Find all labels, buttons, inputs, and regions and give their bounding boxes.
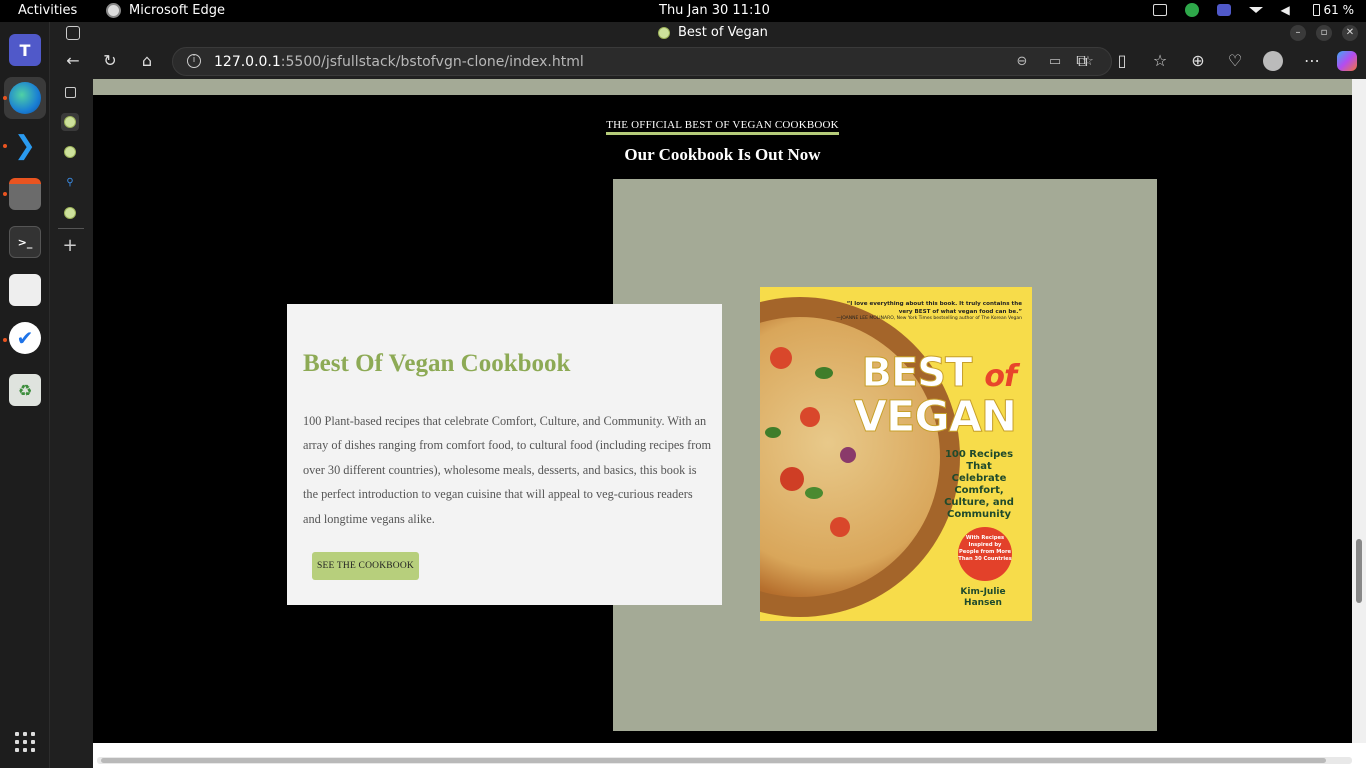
new-tab-icon[interactable]: + xyxy=(61,235,79,256)
teams-icon[interactable]: T xyxy=(9,34,41,66)
running-indicator xyxy=(3,96,7,100)
clock[interactable]: Thu Jan 30 11:10 xyxy=(659,3,770,18)
refresh-icon[interactable]: ↻ xyxy=(99,50,121,72)
show-apps-icon[interactable] xyxy=(15,732,35,752)
volume-icon[interactable]: ◀ xyxy=(1281,4,1295,16)
cover-title-vegan: VEGAN xyxy=(853,392,1017,442)
browser-essentials-icon[interactable]: ♡ xyxy=(1224,50,1246,72)
vertical-scrollbar-thumb[interactable] xyxy=(1356,539,1362,603)
trash-icon[interactable]: ♻ xyxy=(9,374,41,406)
book-cover-image: “I love everything about this book. It t… xyxy=(760,287,1032,621)
url-host: 127.0.0.1 xyxy=(214,54,281,70)
todo-check-icon[interactable]: ✔ xyxy=(9,322,41,354)
section-headline: Our Cookbook Is Out Now xyxy=(624,145,821,164)
vpn-shield-icon[interactable] xyxy=(1184,3,1199,17)
cover-title-best-text: BEST xyxy=(861,350,973,396)
cover-title-best: BEST of xyxy=(861,350,1017,397)
tab-favicon-1[interactable] xyxy=(61,113,79,131)
profile-icon[interactable] xyxy=(1262,50,1284,72)
edge-browser-icon[interactable] xyxy=(9,82,41,114)
card-title: Best Of Vegan Cookbook xyxy=(303,350,571,377)
cover-title-of: of xyxy=(984,359,1017,394)
search-icon[interactable]: ⚲ xyxy=(61,173,79,191)
tab-favicon-2[interactable] xyxy=(61,143,79,161)
tab-actions-icon[interactable] xyxy=(61,83,79,101)
edge-app-icon xyxy=(106,3,121,18)
zoom-out-icon[interactable]: ⊖ xyxy=(1013,53,1031,71)
tab-separator xyxy=(58,228,84,229)
favorites-icon[interactable]: ☆ xyxy=(1149,50,1171,72)
onion-topping xyxy=(840,447,856,463)
system-top-bar: Activities Microsoft Edge Thu Jan 30 11:… xyxy=(0,0,1366,22)
horizontal-scrollbar-thumb[interactable] xyxy=(101,758,1326,763)
split-screen-icon[interactable]: ▯ xyxy=(1111,50,1133,72)
back-icon[interactable]: ← xyxy=(62,50,84,72)
tomato-topping xyxy=(830,517,850,537)
immersive-reader-icon[interactable]: ▭ xyxy=(1046,53,1064,71)
terminal-icon[interactable]: >_ xyxy=(9,226,41,258)
vscode-icon[interactable]: ❯ xyxy=(9,130,41,162)
cover-author: Kim-Julie Hansen xyxy=(960,587,1006,608)
section-top-strip xyxy=(93,79,1352,95)
window-titlebar[interactable]: Best of Vegan – ▫ ✕ xyxy=(50,22,1366,44)
site-info-icon[interactable]: i xyxy=(187,54,201,68)
tomato-topping xyxy=(770,347,792,369)
window-controls: – ▫ ✕ xyxy=(1290,25,1358,41)
running-indicator xyxy=(3,192,7,196)
window-title: Best of Vegan xyxy=(658,25,768,40)
section-eyebrow: THE OFFICIAL BEST OF VEGAN COOKBOOK xyxy=(93,119,1352,135)
extensions-icon[interactable]: ⧉ xyxy=(1071,50,1093,72)
cover-quote: “I love everything about this book. It t… xyxy=(832,300,1022,322)
tomato-topping xyxy=(800,407,820,427)
see-cookbook-button[interactable]: SEE THE COOKBOOK xyxy=(312,552,419,580)
focused-app-name: Microsoft Edge xyxy=(129,3,226,18)
files-icon[interactable] xyxy=(9,178,41,210)
cover-subtitle: 100 Recipes That Celebrate Comfort, Cult… xyxy=(944,449,1014,520)
maximize-icon[interactable]: ▫ xyxy=(1316,25,1332,41)
tab-title: Best of Vegan xyxy=(678,25,768,40)
cover-badge: With Recipes Inspired by People from Mor… xyxy=(958,527,1012,581)
url-text[interactable]: 127.0.0.1:5500/jsfullstack/bstofvgn-clon… xyxy=(214,54,584,70)
wifi-icon[interactable] xyxy=(1248,7,1263,13)
close-icon[interactable]: ✕ xyxy=(1342,25,1358,41)
focused-app-menu[interactable]: Microsoft Edge xyxy=(106,3,225,18)
teams-tray-icon[interactable] xyxy=(1216,4,1231,16)
edge-window: Best of Vegan – ▫ ✕ ← ↻ ⌂ i 127.0.0.1:55… xyxy=(50,22,1366,768)
text-editor-icon[interactable] xyxy=(9,274,41,306)
running-indicator xyxy=(3,144,7,148)
site-favicon-icon xyxy=(658,26,670,39)
tab-favicon-3[interactable] xyxy=(61,204,79,222)
minimize-icon[interactable]: – xyxy=(1290,25,1306,41)
collections-icon[interactable]: ⊕ xyxy=(1187,50,1209,72)
card-description: 100 Plant-based recipes that celebrate C… xyxy=(303,414,712,526)
cookbook-card: Best Of Vegan Cookbook 100 Plant-based r… xyxy=(287,304,722,605)
vertical-tab-strip: ⚲ + xyxy=(50,79,93,768)
basil-topping xyxy=(815,367,833,379)
activities-button[interactable]: Activities xyxy=(18,3,77,18)
home-icon[interactable]: ⌂ xyxy=(136,50,158,72)
tomato-topping xyxy=(780,467,804,491)
running-indicator xyxy=(3,338,7,342)
cover-quote-attribution: —JOANNE LEE MOLINARO, New York Times bes… xyxy=(836,316,1022,321)
basil-topping xyxy=(765,427,781,438)
cover-quote-text: “I love everything about this book. It t… xyxy=(846,301,1022,315)
tab-actions-icon[interactable] xyxy=(66,26,80,40)
battery-percent: 61 % xyxy=(1323,3,1355,17)
clipboard-icon[interactable] xyxy=(1152,4,1167,16)
browser-toolbar: ← ↻ ⌂ i 127.0.0.1:5500/jsfullstack/bstof… xyxy=(50,44,1366,79)
copilot-icon[interactable] xyxy=(1337,51,1357,71)
more-icon[interactable]: ⋯ xyxy=(1301,50,1323,72)
url-path: :5500/jsfullstack/bstofvgn-clone/index.h… xyxy=(280,54,584,70)
battery-icon xyxy=(1312,4,1320,16)
ubuntu-dock: T ❯ >_ ✔ ♻ xyxy=(0,22,50,768)
system-tray[interactable]: ◀ 61 % xyxy=(1152,3,1355,17)
battery-indicator[interactable]: 61 % xyxy=(1312,3,1355,17)
eyebrow-text[interactable]: THE OFFICIAL BEST OF VEGAN COOKBOOK xyxy=(606,119,839,135)
basil-topping xyxy=(805,487,823,499)
page-viewport[interactable]: THE OFFICIAL BEST OF VEGAN COOKBOOK Our … xyxy=(93,79,1352,743)
address-bar[interactable]: i 127.0.0.1:5500/jsfullstack/bstofvgn-cl… xyxy=(172,47,1112,76)
horizontal-scrollbar[interactable] xyxy=(93,743,1366,768)
vertical-scrollbar[interactable] xyxy=(1352,79,1366,743)
